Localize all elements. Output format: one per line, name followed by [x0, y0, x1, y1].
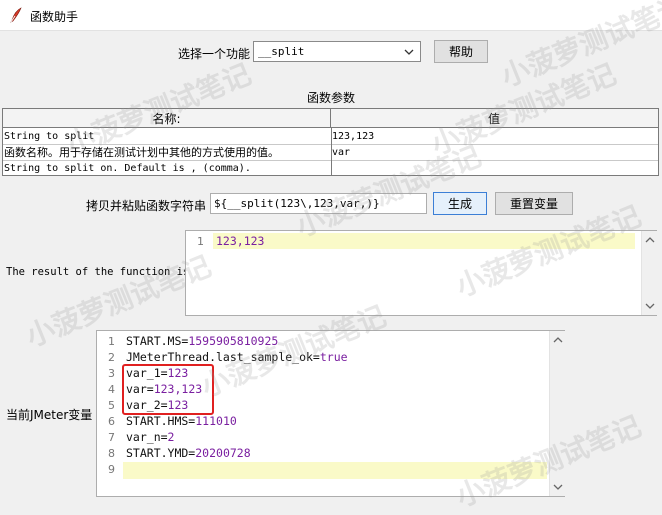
- variable-line: JMeterThread.last_sample_ok=true: [126, 350, 348, 364]
- line-number: 1: [108, 335, 115, 348]
- line-number: 2: [108, 351, 115, 364]
- chevron-down-icon: [404, 49, 414, 55]
- column-header-value: 值: [487, 111, 500, 126]
- function-select-label: 选择一个功能: [178, 47, 251, 61]
- variable-value: 2: [167, 430, 175, 444]
- variable-value: 1595905810925: [188, 334, 279, 348]
- variable-value: 111010: [195, 414, 237, 428]
- param-value-cell[interactable]: 123,123: [330, 128, 658, 144]
- scroll-down-icon[interactable]: [645, 302, 655, 310]
- table-row[interactable]: String to split 123,123: [3, 128, 658, 145]
- function-select-value: __split: [258, 45, 305, 58]
- param-name-cell: String to split: [3, 128, 332, 144]
- jmeter-vars-text-area[interactable]: 1 START.MS=1595905810925 2 JMeterThread.…: [96, 330, 565, 497]
- variable-key: JMeterThread.last_sample_ok=: [126, 350, 320, 364]
- reset-variables-button[interactable]: 重置变量: [495, 192, 573, 215]
- column-header-name: 名称:: [3, 109, 331, 127]
- line-number: 9: [108, 463, 115, 476]
- table-row[interactable]: 函数名称。用于存储在测试计划中其他的方式使用的值。 var: [3, 144, 658, 161]
- param-value-cell[interactable]: [330, 160, 658, 176]
- param-value-cell[interactable]: var: [330, 144, 658, 160]
- annotation-highlight-box: [122, 364, 214, 415]
- jmeter-vars-label: 当前JMeter变量: [6, 408, 93, 422]
- help-button[interactable]: 帮助: [434, 40, 488, 63]
- title-bar: [0, 0, 662, 31]
- jmeter-vars-scrollbar[interactable]: [549, 331, 565, 496]
- scroll-down-icon[interactable]: [553, 483, 563, 491]
- variable-line: START.HMS=111010: [126, 414, 237, 428]
- scroll-up-icon[interactable]: [645, 236, 655, 244]
- variable-key: START.HMS=: [126, 414, 196, 428]
- variable-line: START.YMD=20200728: [126, 446, 251, 460]
- current-line-highlight: [213, 233, 635, 249]
- function-select-dropdown[interactable]: __split: [253, 41, 421, 62]
- line-number: 3: [108, 367, 115, 380]
- param-name-cell: 函数名称。用于存储在测试计划中其他的方式使用的值。: [3, 144, 332, 160]
- table-row[interactable]: String to split on. Default is , (comma)…: [3, 160, 658, 176]
- result-line: 123,123: [216, 234, 265, 248]
- params-table-header: 名称: 值: [3, 109, 658, 128]
- line-number: 4: [108, 383, 115, 396]
- line-number: 1: [197, 235, 204, 248]
- variable-value: true: [319, 350, 348, 364]
- line-number: 6: [108, 415, 115, 428]
- variable-line: var_n=2: [126, 430, 174, 444]
- current-line-highlight: [123, 462, 547, 479]
- line-number: 7: [108, 431, 115, 444]
- param-name-cell: String to split on. Default is , (comma)…: [3, 160, 332, 176]
- window-title: 函数助手: [30, 10, 79, 24]
- variable-line: START.MS=1595905810925: [126, 334, 278, 348]
- scroll-up-icon[interactable]: [553, 336, 563, 344]
- function-string-label: 拷贝并粘贴函数字符串: [86, 199, 207, 213]
- generate-button[interactable]: 生成: [433, 192, 487, 215]
- result-scrollbar[interactable]: [641, 231, 657, 315]
- result-label: The result of the function is: [6, 266, 190, 278]
- variable-key: START.MS=: [126, 334, 189, 348]
- function-string-input[interactable]: ${__split(123\,123,var,)}: [210, 193, 427, 214]
- variable-key: var_n=: [126, 430, 168, 444]
- params-section-title: 函数参数: [307, 91, 356, 105]
- line-number: 5: [108, 399, 115, 412]
- variable-value: 20200728: [195, 446, 251, 460]
- variable-key: START.YMD=: [126, 446, 196, 460]
- feather-app-icon: [10, 7, 22, 23]
- params-table: 名称: 值 String to split 123,123 函数名称。用于存储在…: [2, 108, 659, 176]
- result-text-area[interactable]: 1 123,123: [185, 230, 657, 316]
- line-number: 8: [108, 447, 115, 460]
